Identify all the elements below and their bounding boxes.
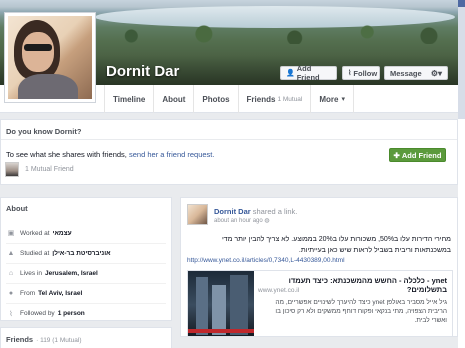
tab-friends[interactable]: Friends 1 Mutual <box>237 85 311 113</box>
about-from: ● From Tel Aviv, Israel <box>6 283 166 303</box>
about-followers: ⌇ Followed by 1 person <box>6 303 166 323</box>
add-friend-label: Add Friend <box>401 150 442 160</box>
about-work: ▣ Worked at עצמאי <box>6 223 166 243</box>
message-button[interactable]: Message ⚙▾ <box>384 66 448 80</box>
avatar[interactable] <box>187 204 208 225</box>
about-value[interactable]: Jerusalem, Israel <box>45 270 98 277</box>
do-you-know-title: Do you know Dornit? <box>6 127 82 136</box>
about-prefix: Lives in <box>20 270 43 277</box>
about-prefix: Worked at <box>20 229 50 237</box>
about-value[interactable]: אוניברסיטת בר-אילן <box>52 250 110 257</box>
shared-link-thumbnail[interactable] <box>188 271 254 336</box>
profile-name[interactable]: Dornit Dar <box>106 63 179 80</box>
about-prefix: Followed by <box>20 310 55 317</box>
friend-request-prompt: To see what she shares with friends, sen… <box>6 150 214 159</box>
about-prefix: From <box>20 290 36 297</box>
add-friend-icon: 👤 <box>286 70 295 77</box>
about-prefix: Studied at <box>20 250 50 257</box>
add-friend-icon: ✚ <box>393 150 400 160</box>
chevron-down-icon: ▾ <box>341 96 346 103</box>
follow-button[interactable]: ⌇ Follow <box>342 66 380 80</box>
house-icon: ⌂ <box>8 270 14 277</box>
tab-timeline[interactable]: Timeline <box>104 85 153 113</box>
prompt-text: To see what she shares with friends, <box>6 150 127 159</box>
avatar[interactable] <box>5 162 19 177</box>
tab-friends-count: 1 Mutual <box>277 95 303 103</box>
mutual-friend-label[interactable]: 1 Mutual Friend <box>25 166 74 173</box>
about-lives: ⌂ Lives in Jerusalem, Israel <box>6 263 166 283</box>
post-link[interactable]: http://www.ynet.co.il/articles/0,7340,L-… <box>187 257 345 264</box>
follow-label: Follow <box>353 68 378 78</box>
post-time-text: about an hour ago <box>214 218 263 224</box>
friends-count: · 119 (1 Mutual) <box>36 337 82 344</box>
about-value[interactable]: 1 person <box>58 310 85 317</box>
post-action: shared a link. <box>252 207 298 216</box>
globe-icon: ◍ <box>264 218 270 224</box>
rss-icon: ⌇ <box>348 70 352 77</box>
tab-label: About <box>162 94 186 104</box>
add-friend-green-button[interactable]: ✚ Add Friend <box>389 148 446 162</box>
pin-icon: ● <box>8 290 14 297</box>
shared-link-card[interactable]: ynet - כלכלה - החשש מהמשכנתא: כיצד תעמדו… <box>187 270 453 336</box>
add-friend-label: Add Friend <box>296 64 320 82</box>
post-author[interactable]: Dornit Dar <box>214 207 251 216</box>
tab-more[interactable]: More ▾ <box>310 85 355 113</box>
timeline-post: Dornit Dar shared a link. about an hour … <box>180 197 458 337</box>
gear-icon[interactable]: ⚙▾ <box>431 69 442 78</box>
friend-request-link[interactable]: send her a friend request. <box>129 150 214 159</box>
about-value[interactable]: עצמאי <box>53 230 72 237</box>
message-label: Message <box>390 68 422 78</box>
about-value[interactable]: Tel Aviv, Israel <box>38 290 82 297</box>
add-friend-button[interactable]: 👤 Add Friend <box>280 64 337 82</box>
tab-label: Photos <box>202 94 230 104</box>
about-education: ▲ Studied at אוניברסיטת בר-אילן <box>6 243 166 263</box>
cover-trees <box>95 24 458 44</box>
tab-about[interactable]: About <box>153 85 193 113</box>
right-sidebar-edge <box>458 119 465 348</box>
post-timestamp[interactable]: about an hour ago ◍ <box>214 217 270 224</box>
friends-title[interactable]: Friends <box>6 335 33 344</box>
post-text: מחירי הדירות עלו ב50%, משכורות עלו ב20% … <box>221 236 451 254</box>
tab-label: Timeline <box>113 94 146 104</box>
profile-picture[interactable] <box>4 12 96 103</box>
shared-link-source: www.ynet.co.il <box>258 287 300 294</box>
rss-icon: ⌇ <box>9 310 13 318</box>
mutual-friend[interactable]: 1 Mutual Friend <box>5 162 74 177</box>
about-title: About <box>6 204 28 213</box>
briefcase-icon: ▣ <box>7 230 15 237</box>
graduation-icon: ▲ <box>7 250 15 257</box>
post-header: Dornit Dar shared a link. <box>214 207 297 216</box>
tab-photos[interactable]: Photos <box>193 85 237 113</box>
shared-link-description: גיל אייל מסביר באולפן ynet כיצד להיערך ל… <box>275 299 447 324</box>
tab-label: Friends <box>246 94 276 104</box>
tab-label: More <box>319 94 339 104</box>
friends-box: Friends · 119 (1 Mutual) <box>0 327 172 348</box>
about-box: About ▣ Worked at עצמאי ▲ Studied at אונ… <box>0 197 172 321</box>
